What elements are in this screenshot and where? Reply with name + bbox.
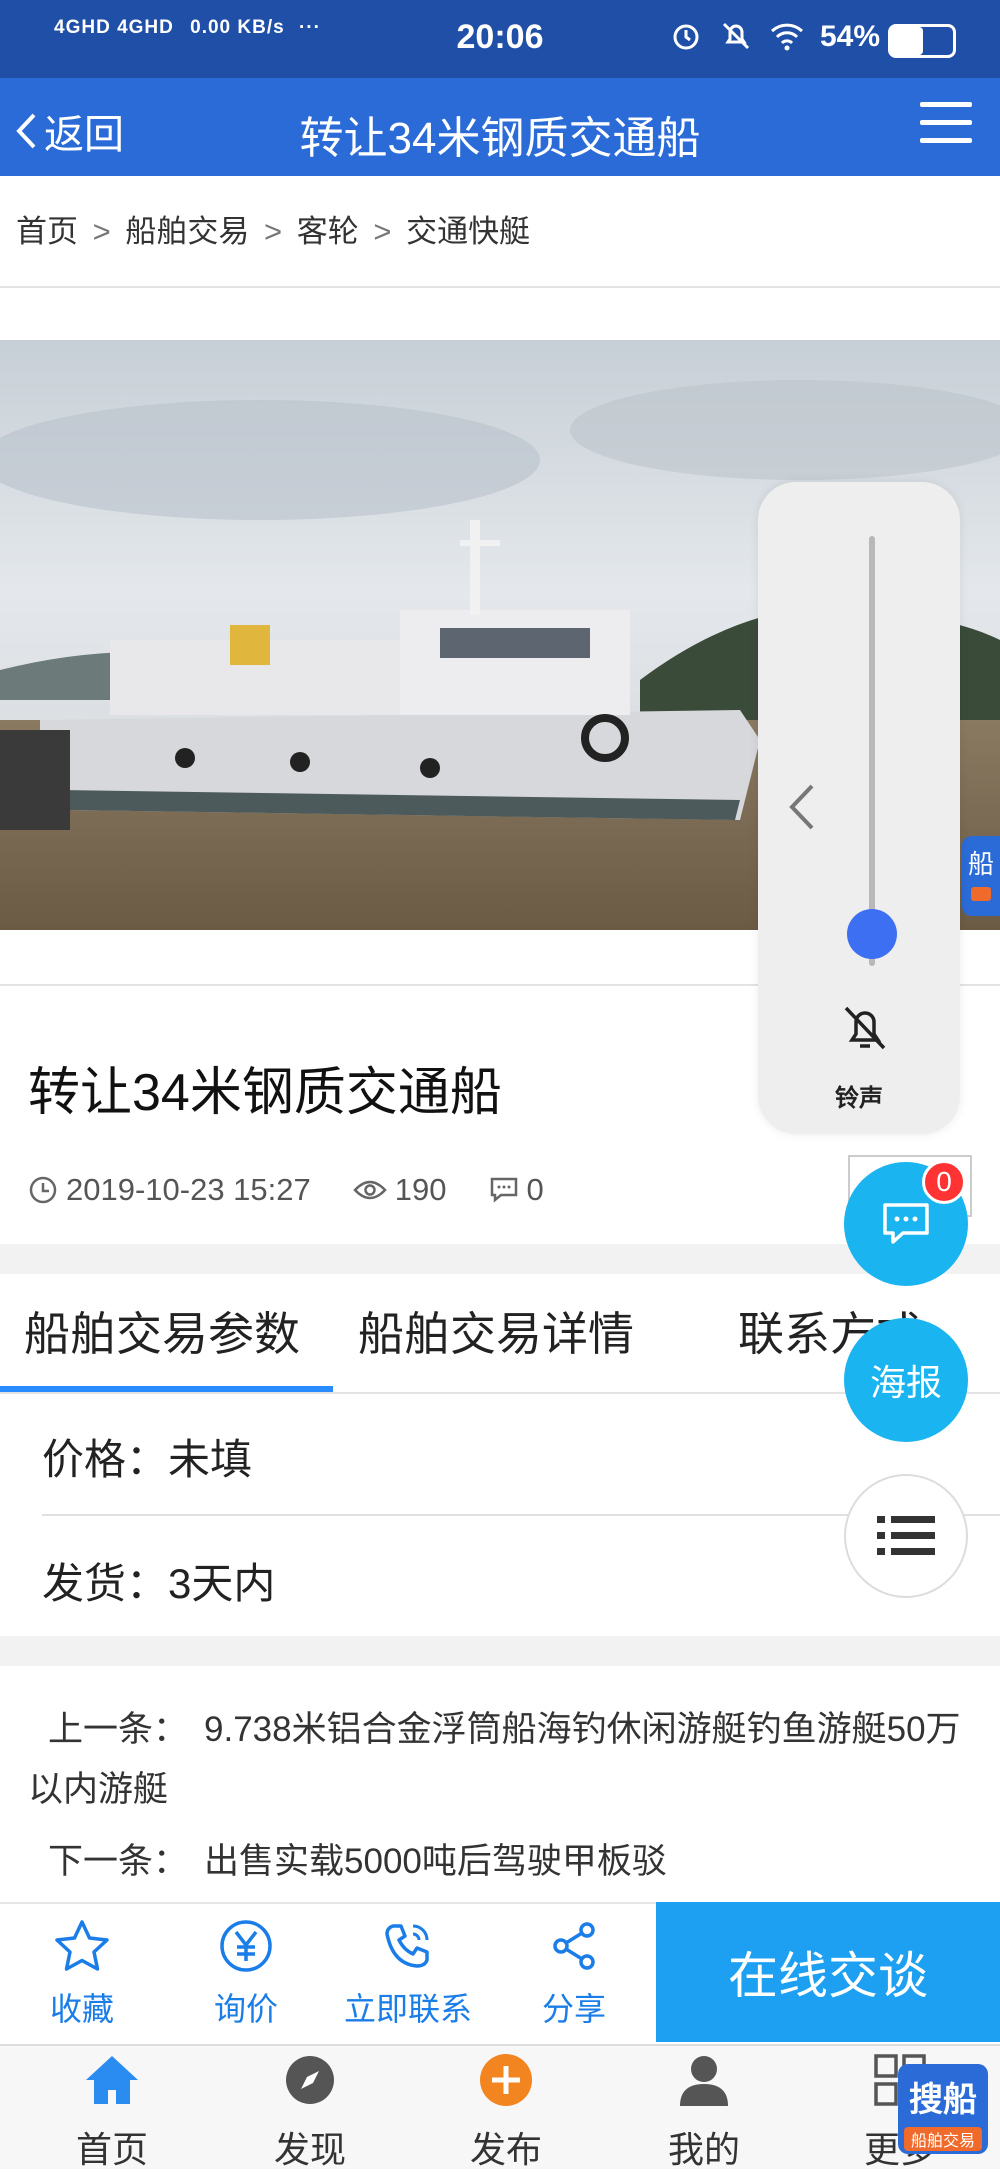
message-fab[interactable]: 0	[844, 1160, 968, 1286]
tabbar-home[interactable]: 首页	[42, 2052, 182, 2173]
view-count: 190	[394, 1172, 447, 1207]
bottom-tab-bar: 首页 发现 发布 我的 更多	[0, 2044, 1000, 2170]
star-icon	[55, 1920, 109, 1971]
chevron-left-icon	[16, 113, 36, 149]
page-title: 转让34米钢质交通船	[299, 114, 701, 163]
section-gap	[0, 1636, 1000, 1666]
wifi-icon	[770, 23, 804, 51]
tabbar-publish-label: 发布	[469, 2129, 542, 2170]
watermark-logo: 搜船 船舶交易	[898, 2064, 988, 2154]
share-label: 分享	[541, 1991, 606, 2027]
tab-params[interactable]: 船舶交易参数	[24, 1298, 300, 1364]
nav-bar: 转让34米钢质交通船 返回	[0, 78, 1000, 176]
tab-details[interactable]: 船舶交易详情	[358, 1298, 634, 1364]
contact-now-button[interactable]: 立即联系	[338, 1918, 478, 2030]
comment-icon	[490, 1177, 517, 1203]
list-icon	[877, 1516, 935, 1555]
price-row: 价格：未填	[42, 1426, 252, 1487]
breadcrumb-sep: >	[373, 214, 392, 249]
eye-icon	[353, 1180, 387, 1200]
volume-track	[869, 536, 875, 966]
menu-button[interactable]	[920, 102, 972, 146]
clock-icon	[29, 1176, 57, 1204]
volume-panel[interactable]: 铃声	[758, 482, 960, 1134]
yen-icon	[220, 1920, 272, 1972]
favorite-label: 收藏	[49, 1991, 114, 2027]
next-title: 出售实载5000吨后驾驶甲板驳	[204, 1842, 667, 1881]
delivery-label: 发货：	[42, 1560, 169, 1607]
volume-slider[interactable]	[847, 908, 897, 959]
poster-label: 海报	[869, 1362, 942, 1403]
post-meta: 2019-10-23 15:27 190 0	[28, 1172, 586, 1208]
tabbar-mine[interactable]: 我的	[634, 2052, 774, 2173]
watermark-main: 搜船	[909, 2081, 977, 2119]
breadcrumb: 首页 > 船舶交易 > 客轮 > 交通快艇	[16, 206, 530, 251]
tabbar-mine-label: 我的	[667, 2129, 740, 2170]
ring-label: 铃声	[835, 1085, 883, 1112]
chevron-left-icon[interactable]	[786, 782, 816, 832]
prev-post-link[interactable]: 上一条： 9.738米铝合金浮筒船海钓休闲游艇钓鱼游艇50万以内游艇	[28, 1700, 968, 1820]
price-value: 未填	[168, 1436, 253, 1483]
online-chat-label: 在线交谈	[728, 1948, 928, 2004]
battery-icon	[888, 24, 956, 58]
breadcrumb-sep: >	[92, 214, 111, 249]
status-bar: 4GHD 4GHD 0.00 KB/s ··· 20:06 54%	[0, 0, 1000, 78]
side-tag[interactable]: 船	[962, 836, 1000, 916]
watermark-sub: 船舶交易	[904, 2127, 982, 2151]
alarm-icon	[673, 24, 699, 50]
share-button[interactable]: 分享	[504, 1918, 644, 2030]
status-icons	[670, 20, 804, 52]
post-title: 转让34米钢质交通船	[28, 1064, 502, 1122]
breadcrumb-ship-trade[interactable]: 船舶交易	[125, 214, 249, 249]
tabbar-discover[interactable]: 发现	[240, 2052, 380, 2173]
price-label: 价格：	[42, 1436, 169, 1483]
breadcrumb-speedboat[interactable]: 交通快艇	[406, 214, 530, 249]
user-icon	[680, 2056, 728, 2106]
battery-text: 54%	[819, 20, 880, 53]
delivery-row: 发货：3天内	[42, 1550, 275, 1611]
phone-icon	[385, 1924, 429, 1968]
tabbar-discover-label: 发现	[273, 2129, 346, 2170]
inquiry-button[interactable]: 询价	[176, 1918, 316, 2030]
divider	[0, 286, 1000, 288]
favorite-button[interactable]: 收藏	[12, 1918, 152, 2030]
next-label: 下一条：	[48, 1842, 189, 1881]
mute-bell-icon	[722, 22, 750, 50]
poster-fab[interactable]: 海报	[844, 1318, 968, 1442]
compass-icon	[286, 2056, 334, 2104]
prev-label: 上一条：	[48, 1710, 189, 1749]
plus-icon	[480, 2054, 532, 2106]
breadcrumb-sep: >	[263, 214, 283, 249]
back-button[interactable]: 返回	[14, 102, 124, 160]
next-post-link[interactable]: 下一条： 出售实载5000吨后驾驶甲板驳	[28, 1832, 968, 1892]
home-icon	[86, 2056, 138, 2104]
back-label: 返回	[44, 113, 124, 157]
contact-now-label: 立即联系	[343, 1991, 472, 2027]
inquiry-label: 询价	[213, 1991, 278, 2027]
mute-bell-icon[interactable]	[840, 1002, 890, 1054]
post-date: 2019-10-23 15:27	[66, 1172, 311, 1207]
share-icon	[553, 1922, 595, 1970]
tabbar-publish[interactable]: 发布	[436, 2052, 576, 2173]
online-chat-button[interactable]: 在线交谈	[656, 1902, 1000, 2042]
breadcrumb-home[interactable]: 首页	[16, 214, 78, 249]
delivery-value: 3天内	[168, 1560, 276, 1607]
message-badge: 0	[922, 1160, 966, 1204]
comment-count: 0	[526, 1172, 544, 1207]
breadcrumb-passenger[interactable]: 客轮	[297, 214, 359, 249]
tabbar-home-label: 首页	[75, 2129, 148, 2170]
chat-bubble-icon	[883, 1203, 929, 1244]
side-tag-label: 船	[967, 849, 994, 879]
list-fab[interactable]	[844, 1474, 968, 1598]
